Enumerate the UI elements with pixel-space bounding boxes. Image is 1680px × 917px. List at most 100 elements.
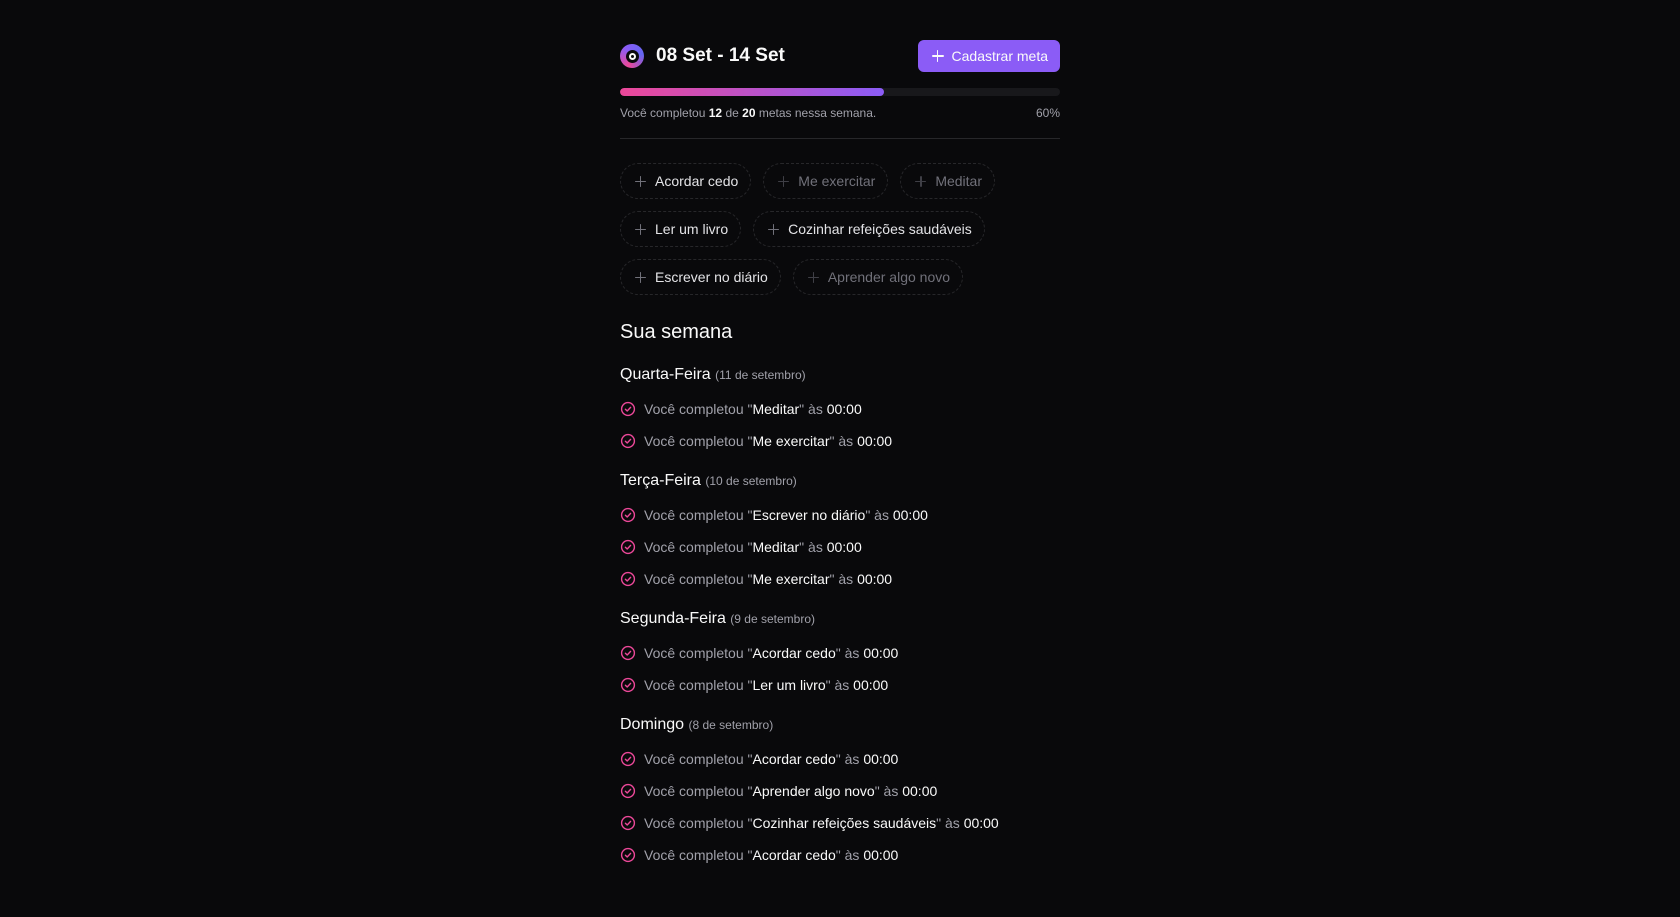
circle-check-icon [620, 507, 636, 523]
goal-chip-label: Acordar cedo [655, 173, 739, 189]
completion-text: Você completou "Acordar cedo" às 00:00 [644, 751, 898, 767]
completion-time: 00:00 [853, 677, 889, 693]
completion-middle: " às [874, 783, 903, 799]
completion-goal: Cozinhar refeições saudáveis [752, 815, 937, 831]
circle-check-icon [620, 401, 636, 417]
completion-prefix: Você completou " [644, 677, 753, 693]
completion-goal: Me exercitar [752, 571, 830, 587]
plus-icon [635, 271, 646, 283]
goal-chip-label: Meditar [935, 173, 982, 189]
day-name: Domingo [620, 716, 685, 733]
completion-goal: Meditar [752, 401, 800, 417]
week-range-title: 08 Set - 14 Set [656, 45, 785, 66]
pending-goals-list: Acordar cedo Me exercitar Meditar Ler um li… [620, 163, 1040, 295]
goal-chip: Aprender algo novo [792, 259, 964, 295]
completion-goal: Escrever no diário [752, 507, 866, 523]
completion-middle: " às [835, 847, 864, 863]
completion-time: 00:00 [863, 645, 899, 661]
circle-check-icon [620, 783, 636, 799]
separator [620, 138, 1060, 139]
completion-item: Você completou "Me exercitar" às 00:00 [620, 570, 1060, 588]
plus-icon [778, 175, 790, 187]
completion-text: Você completou "Me exercitar" às 00:00 [644, 433, 892, 449]
completion-list: Você completou " Escrever no diário " às 0… [620, 506, 1060, 588]
completion-list: Você completou "Acordar cedo" às 00:00 Vo… [620, 644, 1060, 694]
completion-goal: Acordar cedo [752, 751, 836, 767]
completion-goal: Aprender algo novo [752, 783, 875, 799]
circle-check-icon [620, 815, 636, 831]
day-section: Segunda-Feira (9 de setembro) Você comple… [620, 610, 1060, 694]
goal-chip-label: Cozinhar refeições saudáveis [788, 221, 972, 237]
goal-chip[interactable]: Escrever no diário [620, 259, 781, 295]
logo-dot-core [630, 54, 634, 58]
completion-time: 00:00 [863, 751, 899, 767]
completion-text: Você completou "Meditar" às 00:00 [644, 539, 862, 555]
header-left: 08 Set - 14 Set [620, 44, 785, 68]
completion-goal: Acordar cedo [752, 847, 836, 863]
completion-list: Você completou "Meditar" às 00:00 Você co… [620, 400, 1060, 450]
completion-item: Você completou "Acordar cedo" às 00:00 [620, 750, 1060, 768]
progress-text: Você completou 12 de 20 metas nessa sema… [620, 106, 876, 122]
completion-item: Você completou "Cozinhar refeições saudá… [620, 814, 1060, 832]
completion-text: Você completou "Cozinhar refeições saudá… [644, 815, 999, 831]
progress-bar [620, 88, 1060, 96]
logo-dot [628, 52, 636, 60]
completion-time: 00:00 [963, 815, 999, 831]
goal-chip-label: Aprender algo novo [827, 269, 951, 285]
goal-chip[interactable]: Cozinhar refeições saudáveis [753, 211, 985, 247]
completion-text: Você completou "Escrever no diário" às 0… [644, 507, 928, 523]
completion-time: 00:00 [826, 539, 862, 555]
completion-item: Você completou "Meditar" às 00:00 [620, 400, 1060, 418]
new-goal-button-label: Cadastrar meta [951, 48, 1048, 64]
completion-prefix: Você completou " [644, 847, 753, 863]
completion-middle: " às [799, 539, 827, 555]
completion-text: Você completou "Meditar" às 00:00 [644, 401, 862, 417]
completion-prefix: Você completou " [644, 401, 753, 417]
completion-middle: " às [825, 677, 854, 693]
circle-check-icon [620, 751, 636, 767]
completion-time: 00:00 [826, 401, 862, 417]
goal-chip-label: Ler um livro [655, 221, 729, 237]
day-title: Domingo (8 de setembro) [620, 716, 1060, 736]
completion-item: Você completou "Meditar" às 00:00 [620, 538, 1060, 556]
day-section: Quarta-Feira (11 de setembro) Você comple… [620, 366, 1060, 450]
plus-icon [931, 50, 944, 62]
plus-icon [807, 271, 819, 283]
completion-text: Você completou "Me exercitar" às 00:00 [644, 571, 892, 587]
circle-check-icon [620, 847, 636, 863]
completion-prefix: Você completou " [644, 539, 753, 555]
plus-icon [635, 175, 646, 187]
completion-text: Você completou "Acordar cedo" às 00:00 [644, 847, 898, 863]
completion-item: Você completou "Acordar cedo" às 00:00 [620, 644, 1060, 662]
completion-goal: Me exercitar [752, 433, 830, 449]
completion-time: 00:00 [857, 571, 893, 587]
progress-of-word: de [725, 106, 739, 120]
completion-prefix: Você completou " [644, 571, 753, 587]
weekly-summary: 08 Set - 14 Set Cadastrar meta Você comp… [620, 40, 1060, 864]
completion-text: Você completou "Acordar cedo" às 00:00 [644, 645, 898, 661]
progress-percent: 60% [1035, 106, 1060, 120]
completion-prefix: Você completou " [644, 645, 753, 661]
app-logo-icon [620, 44, 644, 68]
progress-total-count: 20 [742, 106, 756, 120]
circle-check-icon [620, 433, 636, 449]
plus-icon [635, 223, 646, 235]
day-title: Quarta-Feira (11 de setembro) [620, 366, 1060, 386]
completion-goal: Meditar [752, 539, 800, 555]
circle-check-icon [620, 677, 636, 693]
new-goal-button[interactable]: Cadastrar meta [917, 40, 1060, 72]
day-section: Domingo (8 de setembro) Você completou "A… [620, 716, 1060, 864]
completion-item: Você completou "Escrever no diário" às 0… [620, 506, 1060, 524]
circle-check-icon [620, 645, 636, 661]
completion-prefix: Você completou " [644, 433, 753, 449]
goal-chip: Meditar [900, 163, 995, 199]
progress-completed-count: 12 [708, 106, 723, 120]
completion-middle: " às [829, 433, 858, 449]
goal-chip[interactable]: Acordar cedo [620, 163, 752, 199]
day-name: Quarta-Feira [620, 366, 711, 383]
day-date: (11 de setembro) [715, 368, 806, 382]
completion-goal: Ler um livro [752, 677, 826, 693]
goal-chip[interactable]: Ler um livro [620, 211, 742, 247]
progress-prefix: Você completou [620, 106, 706, 120]
completion-prefix: Você completou " [644, 751, 753, 767]
